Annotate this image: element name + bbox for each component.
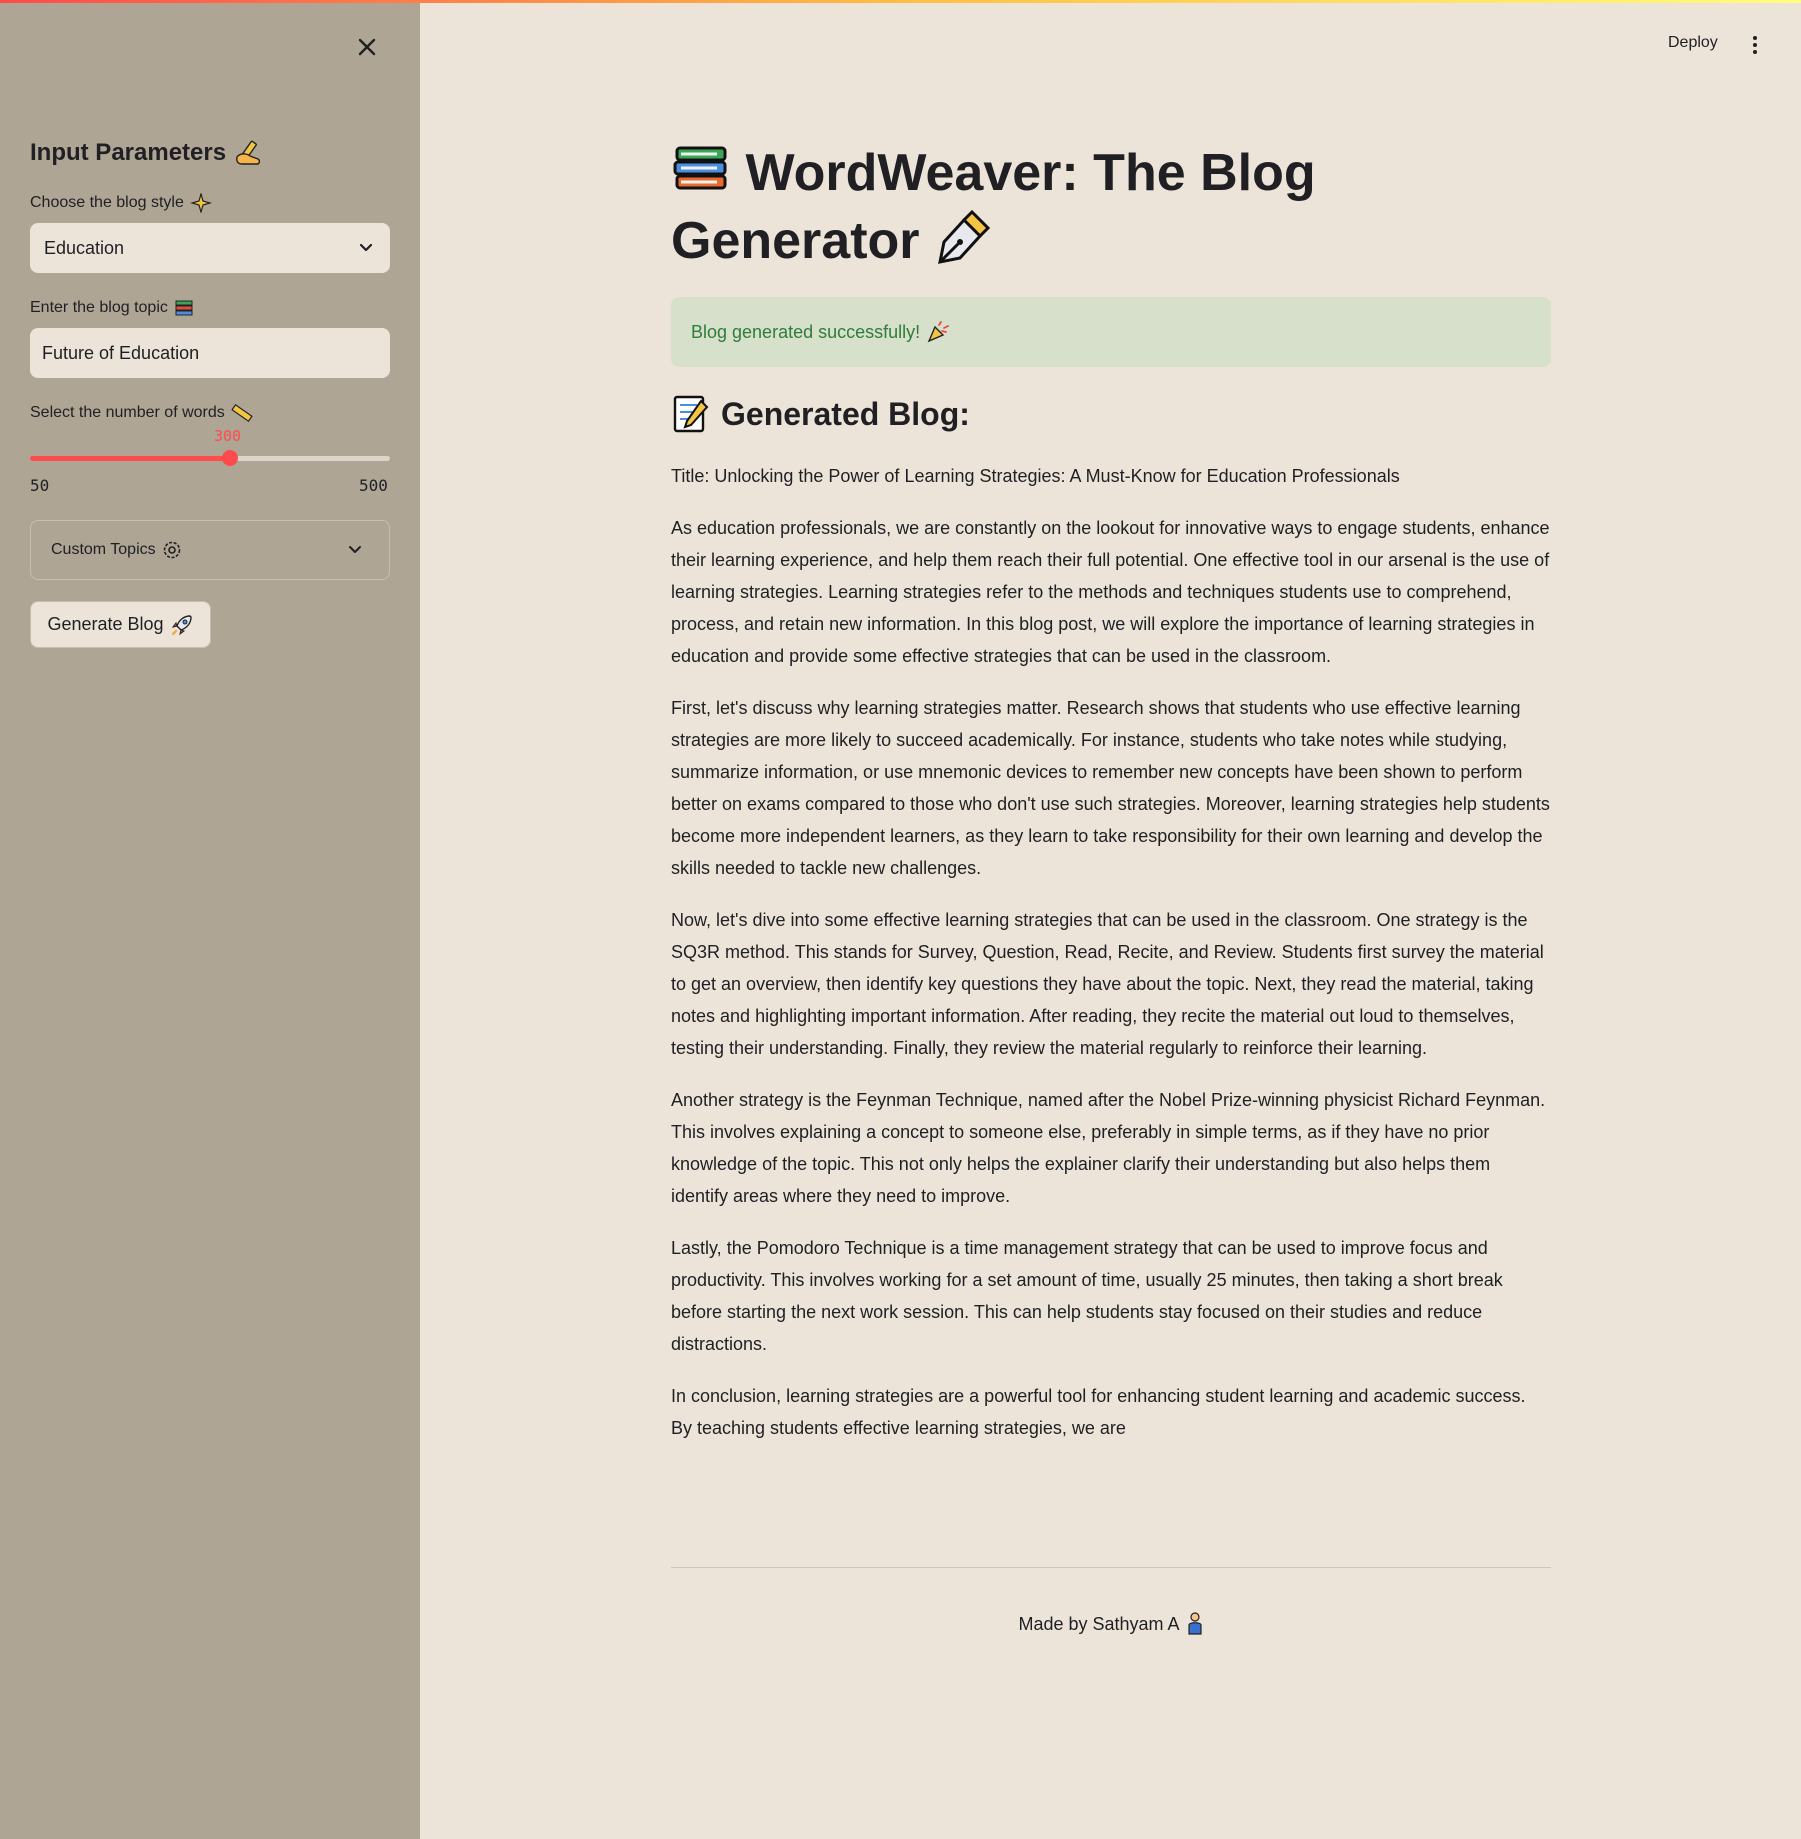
party-popper-icon — [927, 321, 950, 343]
generate-blog-button[interactable]: Generate Blog — [30, 601, 211, 648]
blog-paragraph: As education professionals, we are const… — [671, 518, 1550, 666]
footer-divider — [671, 1567, 1551, 1568]
slider-min-label: 50 — [30, 476, 50, 495]
ruler-icon — [231, 403, 253, 423]
deploy-button[interactable]: Deploy — [1668, 34, 1718, 52]
custom-topics-label: Custom Topics — [51, 541, 156, 558]
blog-title: Title: Unlocking the Power of Learning S… — [671, 466, 1400, 486]
success-alert: Blog generated successfully! — [671, 297, 1551, 367]
blog-paragraph: Now, let's dive into some effective lear… — [671, 910, 1544, 1058]
page-title-line1: WordWeaver: The Blog — [745, 144, 1316, 202]
gear-icon — [163, 541, 180, 559]
sidebar: Input Parameters Choose the blog style E… — [0, 0, 420, 1839]
books-icon — [673, 146, 727, 190]
word-count-label: Select the number of words — [30, 403, 253, 423]
blog-paragraph: First, let's discuss why learning strate… — [671, 698, 1550, 878]
blog-topic-label: Enter the blog topic — [30, 298, 194, 318]
word-count-value: 300 — [214, 427, 242, 445]
blog-style-value: Education — [44, 237, 125, 258]
top-accent-bar — [0, 0, 1801, 3]
blog-topic-input[interactable]: Future of Education — [30, 328, 390, 378]
books-icon — [175, 300, 193, 316]
sparkle-icon — [189, 193, 212, 213]
custom-topics-expander[interactable]: Custom Topics — [30, 520, 390, 580]
slider-thumb[interactable] — [222, 450, 238, 466]
page-title-line2: Generator — [671, 212, 920, 270]
close-icon — [358, 38, 376, 56]
blog-style-label: Choose the blog style — [30, 193, 212, 213]
main-menu-button[interactable] — [1745, 34, 1765, 56]
blog-paragraph: In conclusion, learning strategies are a… — [671, 1386, 1526, 1438]
page-title: WordWeaver: The Blog Generator — [671, 140, 1551, 274]
rocket-icon — [171, 614, 192, 635]
blog-paragraph: Lastly, the Pomodoro Technique is a time… — [671, 1238, 1503, 1354]
chevron-down-icon — [349, 546, 361, 553]
memo-icon — [673, 395, 709, 433]
footer-text: Made by Sathyam A — [1018, 1613, 1180, 1634]
word-count-label-text: Select the number of words — [30, 404, 225, 421]
footer: Made by Sathyam A — [671, 1612, 1551, 1636]
generated-blog-heading: Generated Blog: — [671, 393, 970, 435]
blog-paragraph: Another strategy is the Feynman Techniqu… — [671, 1090, 1546, 1206]
blog-topic-value: Future of Education — [42, 342, 200, 363]
fountain-pen-icon — [938, 209, 991, 264]
success-message: Blog generated successfully! — [691, 321, 921, 342]
blog-body: Title: Unlocking the Power of Learning S… — [671, 460, 1551, 1464]
sidebar-title: Input Parameters — [30, 139, 264, 167]
generated-blog-heading-text: Generated Blog: — [721, 395, 970, 432]
close-sidebar-button[interactable] — [354, 34, 380, 60]
blog-style-select[interactable]: Education — [30, 223, 390, 273]
blog-style-label-text: Choose the blog style — [30, 194, 184, 211]
word-count-slider[interactable] — [30, 450, 390, 466]
slider-fill — [30, 456, 230, 461]
generate-blog-label: Generate Blog — [47, 614, 164, 634]
kebab-menu-icon — [1753, 36, 1757, 54]
sidebar-title-text: Input Parameters — [30, 139, 227, 166]
slider-max-label: 500 — [359, 476, 388, 495]
chevron-down-icon — [359, 243, 373, 252]
writing-hand-icon — [236, 140, 261, 165]
person-icon — [1187, 1612, 1202, 1635]
blog-topic-label-text: Enter the blog topic — [30, 299, 168, 316]
